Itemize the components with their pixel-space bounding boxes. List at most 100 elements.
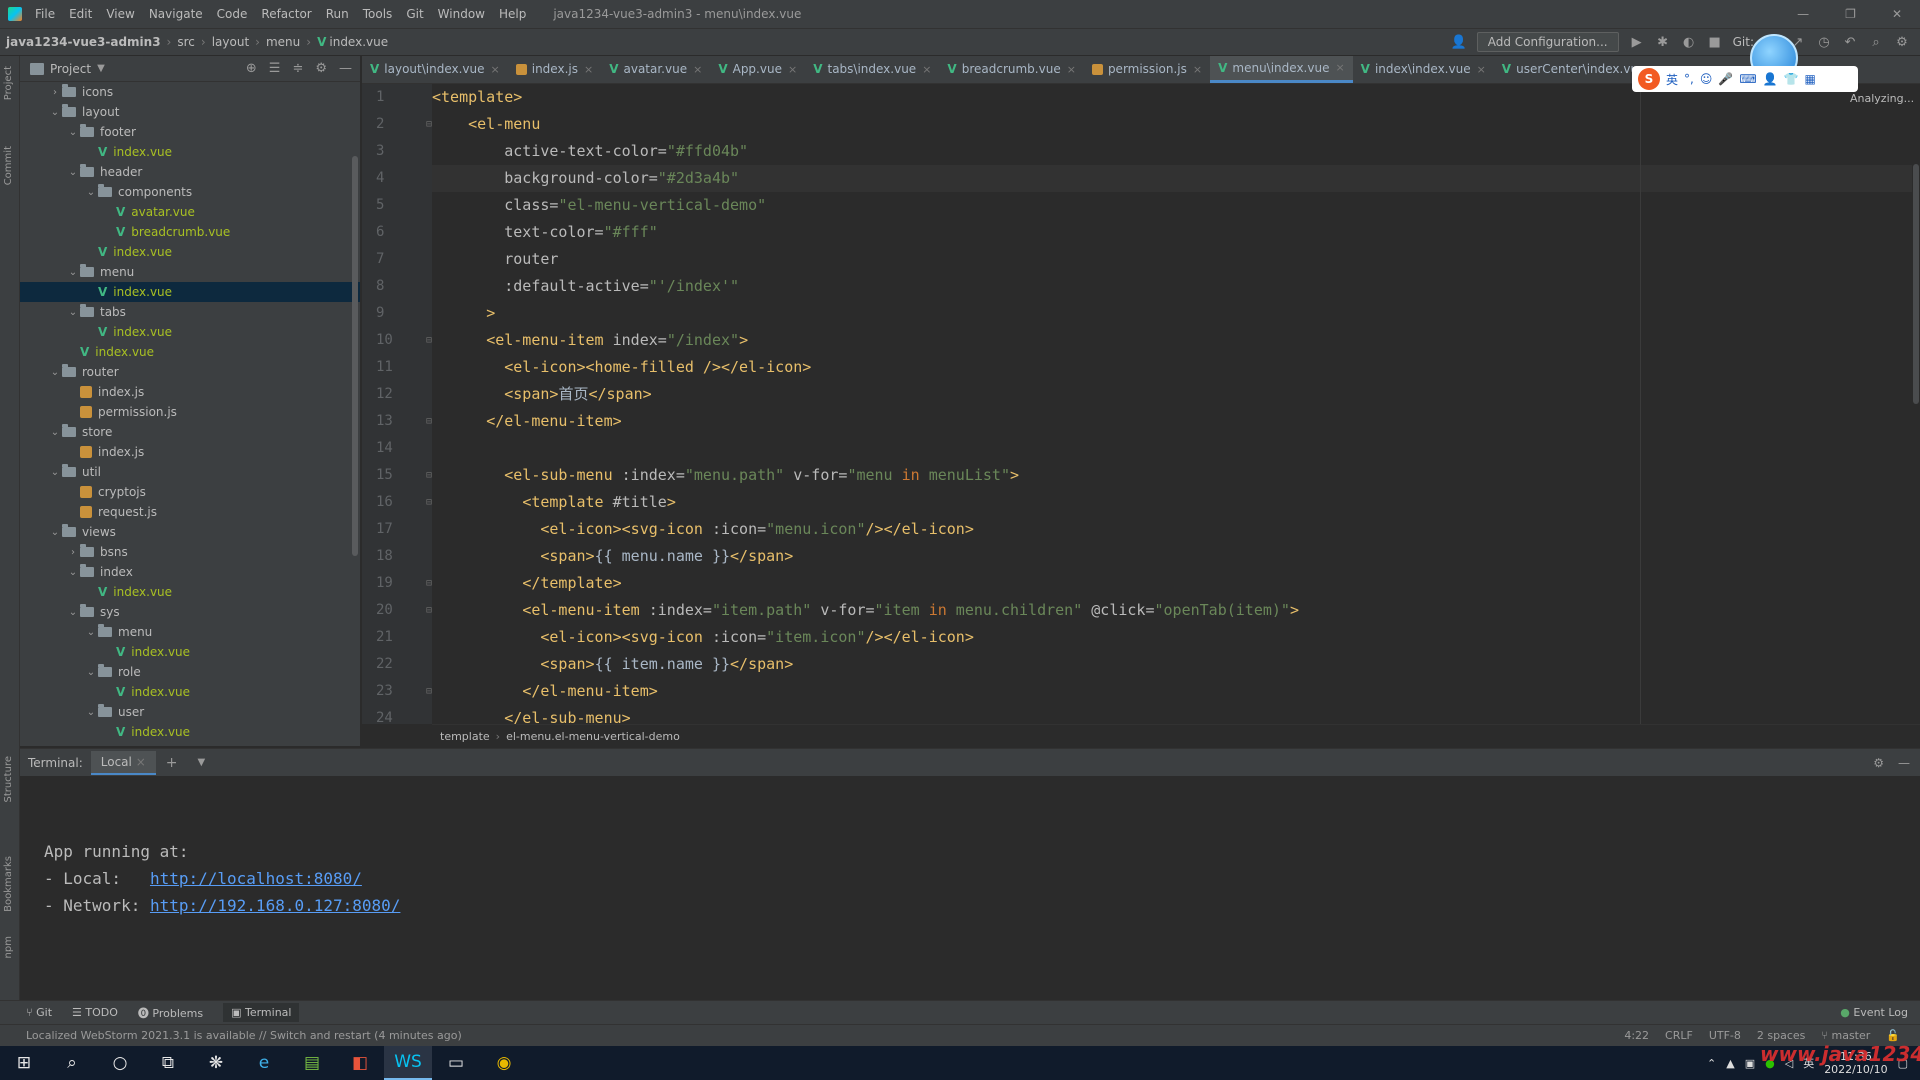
- structure-tool-tab[interactable]: Structure: [3, 756, 14, 803]
- close-icon[interactable]: ×: [584, 63, 593, 76]
- menu-item-help[interactable]: Help: [492, 7, 533, 21]
- notification-icon[interactable]: ▲: [1726, 1057, 1734, 1070]
- editor-tab[interactable]: index.js ×: [508, 56, 601, 83]
- run-icon[interactable]: ▶: [1629, 34, 1645, 50]
- tree-file[interactable]: Vindex.vue: [20, 342, 360, 362]
- tool-tab-terminal[interactable]: ▣ Terminal: [223, 1003, 300, 1022]
- coverage-icon[interactable]: ◐: [1681, 34, 1697, 50]
- chevron-down-icon[interactable]: ⌄: [66, 127, 80, 138]
- git-branch[interactable]: ⑂ master: [1821, 1029, 1870, 1042]
- user-icon[interactable]: 👤: [1763, 72, 1778, 86]
- tool-tab-git[interactable]: ⑂ Git: [26, 1006, 52, 1019]
- tree-file[interactable]: Vindex.vue: [20, 582, 360, 602]
- settings-icon[interactable]: ⚙: [1894, 34, 1910, 50]
- tree-folder[interactable]: ⌄ views: [20, 522, 360, 542]
- chevron-down-icon[interactable]: ⌄: [84, 187, 98, 198]
- menu-item-edit[interactable]: Edit: [62, 7, 99, 21]
- tree-folder[interactable]: ⌄ components: [20, 182, 360, 202]
- tree-scrollbar[interactable]: [352, 156, 358, 556]
- tree-file[interactable]: index.js: [20, 442, 360, 462]
- grid-icon[interactable]: ▦: [1805, 72, 1816, 86]
- history-icon[interactable]: ◷: [1816, 34, 1832, 50]
- close-icon[interactable]: ×: [1335, 61, 1344, 74]
- chevron-down-icon[interactable]: ▼: [97, 63, 105, 74]
- emoji-icon[interactable]: ☺: [1700, 72, 1713, 86]
- code-editor[interactable]: <template> <el-menu active-text-color="#…: [432, 84, 1920, 724]
- breadcrumb-item[interactable]: layout: [206, 35, 255, 49]
- indent-setting[interactable]: 2 spaces: [1757, 1029, 1806, 1042]
- chevron-down-icon[interactable]: ⌄: [84, 707, 98, 718]
- tool-tab-todo[interactable]: ☰ TODO: [72, 1006, 118, 1019]
- edge-icon[interactable]: e: [240, 1046, 288, 1080]
- debug-icon[interactable]: ✱: [1655, 34, 1671, 50]
- chevron-down-icon[interactable]: ▼: [188, 757, 216, 768]
- gear-icon[interactable]: ⚙: [1873, 756, 1884, 770]
- stop-icon[interactable]: ■: [1707, 34, 1723, 50]
- tree-file[interactable]: Vindex.vue: [20, 242, 360, 262]
- tool-tab-problems[interactable]: ⓿ Problems: [138, 1005, 203, 1021]
- lock-icon[interactable]: 🔓: [1886, 1029, 1900, 1042]
- sogou-logo-icon[interactable]: S: [1638, 68, 1660, 90]
- tree-folder[interactable]: ⌄ tabs: [20, 302, 360, 322]
- chevron-down-icon[interactable]: ⌄: [48, 107, 62, 118]
- editor-scrollbar[interactable]: [1912, 84, 1920, 724]
- chrome-icon[interactable]: ◉: [480, 1046, 528, 1080]
- terminal-output[interactable]: App running at: - Local: http://localhos…: [20, 776, 1920, 1000]
- line-separator[interactable]: CRLF: [1665, 1029, 1693, 1042]
- tree-folder[interactable]: ⌄ store: [20, 422, 360, 442]
- menu-item-window[interactable]: Window: [431, 7, 492, 21]
- office-icon[interactable]: ◧: [336, 1046, 384, 1080]
- tree-file[interactable]: Vindex.vue: [20, 322, 360, 342]
- chevron-down-icon[interactable]: ⌄: [66, 167, 80, 178]
- tree-folder[interactable]: ⌄ util: [20, 462, 360, 482]
- tree-folder[interactable]: ⌄ user: [20, 702, 360, 722]
- npm-tool-tab[interactable]: npm: [3, 936, 14, 958]
- tree-file[interactable]: Vindex.vue: [20, 282, 360, 302]
- expand-all-icon[interactable]: ☰: [269, 61, 281, 76]
- tree-file[interactable]: Vindex.vue: [20, 722, 360, 742]
- keyboard-icon[interactable]: ⌨: [1739, 72, 1756, 86]
- bookmarks-tool-tab[interactable]: Bookmarks: [3, 856, 14, 912]
- tree-file[interactable]: Vavatar.vue: [20, 202, 360, 222]
- structure-breadcrumb-item[interactable]: el-menu.el-menu-vertical-demo: [506, 730, 680, 743]
- tree-folder[interactable]: › icons: [20, 82, 360, 102]
- chevron-right-icon[interactable]: ›: [48, 87, 62, 98]
- breadcrumb-item[interactable]: Vindex.vue: [311, 35, 394, 49]
- close-icon[interactable]: ×: [922, 63, 931, 76]
- tree-folder[interactable]: ⌄ sys: [20, 602, 360, 622]
- tree-file[interactable]: index.js: [20, 382, 360, 402]
- breadcrumb-item[interactable]: java1234-vue3-admin3: [0, 35, 167, 49]
- menu-item-run[interactable]: Run: [319, 7, 356, 21]
- tree-folder[interactable]: ⌄ menu: [20, 262, 360, 282]
- ime-mode[interactable]: 英: [1666, 71, 1678, 88]
- chevron-down-icon[interactable]: ⌄: [48, 527, 62, 538]
- menu-item-file[interactable]: File: [28, 7, 62, 21]
- menu-item-navigate[interactable]: Navigate: [142, 7, 210, 21]
- chevron-down-icon[interactable]: ⌄: [48, 467, 62, 478]
- editor-tab[interactable]: Vtabs\index.vue ×: [805, 56, 939, 83]
- project-tool-tab[interactable]: Project: [3, 66, 14, 100]
- close-icon[interactable]: ×: [491, 63, 500, 76]
- tree-file[interactable]: permission.js: [20, 402, 360, 422]
- chevron-down-icon[interactable]: ⌄: [48, 367, 62, 378]
- locate-icon[interactable]: ⊕: [246, 61, 257, 76]
- editor-tab[interactable]: Vmenu\index.vue ×: [1210, 56, 1353, 83]
- tree-folder[interactable]: › bsns: [20, 542, 360, 562]
- maximize-icon[interactable]: ❐: [1845, 7, 1856, 21]
- structure-breadcrumb-item[interactable]: template: [440, 730, 490, 743]
- hide-icon[interactable]: —: [339, 61, 352, 76]
- skin-icon[interactable]: 👕: [1784, 72, 1799, 86]
- chevron-down-icon[interactable]: ⌄: [66, 267, 80, 278]
- add-configuration-button[interactable]: Add Configuration...: [1476, 32, 1619, 52]
- cortana-icon[interactable]: ○: [96, 1046, 144, 1080]
- close-icon[interactable]: ✕: [1892, 7, 1902, 21]
- event-log-button[interactable]: ● Event Log: [1840, 1006, 1920, 1019]
- tree-folder[interactable]: ⌄ header: [20, 162, 360, 182]
- tree-folder[interactable]: ⌄ role: [20, 662, 360, 682]
- close-icon[interactable]: ×: [788, 63, 797, 76]
- breadcrumb-item[interactable]: menu: [260, 35, 306, 49]
- local-url-link[interactable]: http://localhost:8080/: [150, 869, 362, 888]
- rollback-icon[interactable]: ↶: [1842, 34, 1858, 50]
- tree-folder[interactable]: ⌄ footer: [20, 122, 360, 142]
- chevron-right-icon[interactable]: ›: [66, 547, 80, 558]
